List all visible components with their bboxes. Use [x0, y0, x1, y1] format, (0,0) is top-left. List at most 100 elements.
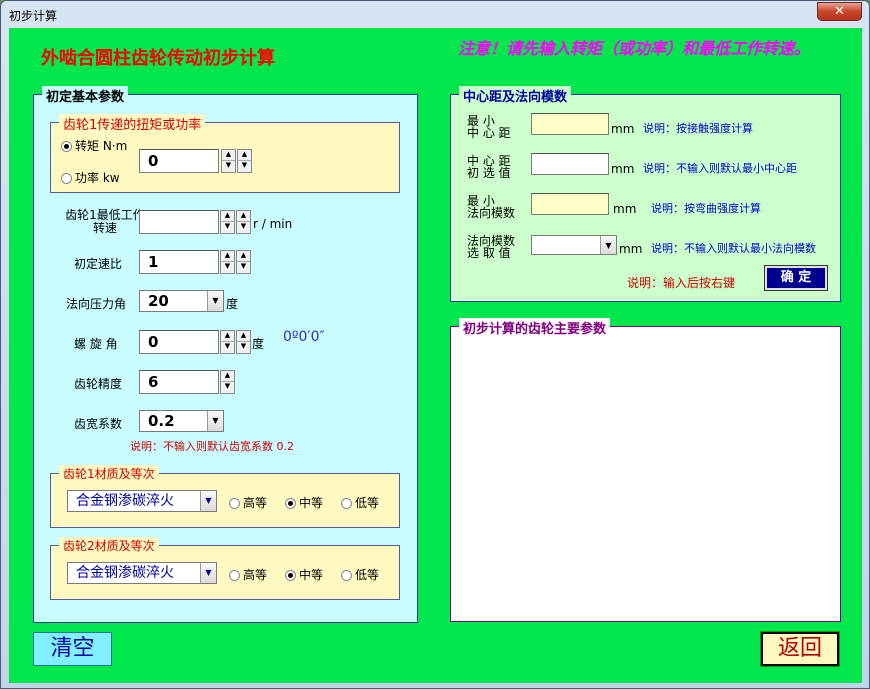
- ratio-label: 初定速比: [74, 257, 123, 271]
- helix-angle-readout: 0º0′0″: [283, 329, 325, 345]
- confirm-note: 说明：输入后按右键: [627, 276, 736, 290]
- material2-grade-mid-dot: [285, 570, 296, 581]
- chevron-down-icon[interactable]: ▼: [207, 291, 223, 311]
- min-center-output: [531, 113, 609, 135]
- power-radio-label: 功率 kw: [75, 171, 120, 185]
- center-initial-label-2: 初 选 值: [467, 166, 511, 180]
- helix-angle-input[interactable]: 0: [139, 330, 219, 354]
- chevron-down-icon[interactable]: ▼: [207, 411, 223, 431]
- torque-radio-dot: [61, 141, 72, 152]
- material2-grade-low[interactable]: 低等: [341, 566, 379, 583]
- pressure-angle-select[interactable]: 20 ▼: [139, 290, 224, 312]
- title-bar[interactable]: 初步计算 ✕: [1, 1, 869, 27]
- ratio-input[interactable]: 1: [139, 250, 219, 274]
- confirm-button[interactable]: 确 定: [764, 265, 828, 291]
- material1-grade-high[interactable]: 高等: [229, 494, 267, 511]
- chevron-down-icon[interactable]: ▼: [200, 491, 216, 511]
- material1-grade-low[interactable]: 低等: [341, 494, 379, 511]
- min-module-unit: mm: [613, 202, 637, 216]
- power-radio-dot: [61, 173, 72, 184]
- torque-frame-title: 齿轮1传递的扭矩或功率: [59, 114, 206, 133]
- material1-grade-low-label: 低等: [355, 496, 380, 510]
- torque-input[interactable]: 0: [139, 149, 219, 173]
- center-distance-frame: 中心距及法向模数 最 小 中 心 距 mm 说明：按接触强度计算 中 心 距 初…: [450, 86, 841, 302]
- power-radio[interactable]: 功率 kw: [61, 169, 120, 186]
- width-coef-select[interactable]: 0.2 ▼: [139, 410, 224, 432]
- module-select-label-2: 选 取 值: [467, 246, 511, 260]
- material1-title: 齿轮1材质及等次: [59, 465, 159, 482]
- min-module-note: 说明：按弯曲强度计算: [651, 202, 761, 215]
- material2-grade-mid[interactable]: 中等: [285, 566, 323, 583]
- results-frame: 初步计算的齿轮主要参数: [450, 318, 841, 622]
- material2-grade-low-dot: [341, 570, 352, 581]
- material1-frame: 齿轮1材质及等次 合金钢渗碳淬火 ▼ 高等 中等 低等: [50, 465, 400, 528]
- material1-value: 合金钢渗碳淬火: [76, 493, 174, 509]
- center-initial-note: 说明：不输入则默认最小中心距: [643, 162, 797, 175]
- ratio-spinner[interactable]: ▲ ▼: [220, 250, 235, 274]
- pressure-angle-unit: 度: [226, 297, 239, 311]
- torque-radio-label: 转矩 N·m: [75, 139, 128, 153]
- min-center-label-2: 中 心 距: [467, 126, 511, 140]
- material1-grade-high-label: 高等: [243, 496, 268, 510]
- material1-grade-mid[interactable]: 中等: [285, 494, 323, 511]
- material1-grade-mid-label: 中等: [299, 496, 324, 510]
- material1-grade-mid-dot: [285, 498, 296, 509]
- helix-spinner-2[interactable]: ▲ ▼: [236, 330, 251, 354]
- min-module-output: [531, 193, 609, 215]
- torque-spinner[interactable]: ▲ ▼: [221, 149, 236, 173]
- material1-select[interactable]: 合金钢渗碳淬火 ▼: [67, 490, 217, 512]
- material2-grade-high-dot: [229, 570, 240, 581]
- pressure-angle-label: 法向压力角: [66, 297, 127, 311]
- speed-unit: r / min: [253, 217, 293, 231]
- material1-grade-low-dot: [341, 498, 352, 509]
- material2-title: 齿轮2材质及等次: [59, 537, 159, 554]
- chevron-down-icon[interactable]: ▼: [200, 563, 216, 583]
- speed-spinner[interactable]: ▲ ▼: [220, 210, 235, 234]
- helix-angle-unit: 度: [252, 337, 265, 351]
- center-initial-input[interactable]: [531, 153, 609, 175]
- width-coef-value: 0.2: [148, 412, 175, 430]
- min-center-note: 说明：按接触强度计算: [643, 122, 753, 135]
- dialog-window: 初步计算 ✕ 外啮合圆柱齿轮传动初步计算 注意！请先输入转矩（或功率）和最低工作…: [0, 0, 870, 689]
- helix-angle-label: 螺 旋 角: [74, 337, 118, 351]
- material2-value: 合金钢渗碳淬火: [76, 565, 174, 581]
- ratio-spinner-2[interactable]: ▲ ▼: [236, 250, 251, 274]
- results-title: 初步计算的齿轮主要参数: [459, 318, 611, 337]
- width-coef-label: 齿宽系数: [74, 417, 123, 431]
- center-initial-unit: mm: [611, 162, 635, 176]
- window-title: 初步计算: [9, 9, 58, 23]
- module-select-unit: mm: [619, 242, 643, 256]
- helix-spinner[interactable]: ▲ ▼: [220, 330, 235, 354]
- speed-spinner-2[interactable]: ▲ ▼: [236, 210, 251, 234]
- instruction-note: 注意！请先输入转矩（或功率）和最低工作转速。: [458, 39, 811, 58]
- module-select-note: 说明：不输入则默认最小法向模数: [651, 242, 816, 255]
- basic-params-title: 初定基本参数: [42, 86, 129, 105]
- width-coef-note: 说明：不输入则默认齿宽系数 0.2: [130, 440, 294, 453]
- chevron-down-icon[interactable]: ▼: [600, 236, 616, 254]
- speed-label: 齿轮1最低工作转速: [65, 208, 145, 235]
- client-area: 外啮合圆柱齿轮传动初步计算 注意！请先输入转矩（或功率）和最低工作转速。 初定基…: [9, 28, 862, 683]
- module-select[interactable]: ▼: [531, 235, 617, 255]
- precision-spinner[interactable]: ▲ ▼: [220, 370, 235, 394]
- min-center-unit: mm: [611, 122, 635, 136]
- material1-grade-high-dot: [229, 498, 240, 509]
- material2-select[interactable]: 合金钢渗碳淬火 ▼: [67, 562, 217, 584]
- material2-grade-high[interactable]: 高等: [229, 566, 267, 583]
- material2-frame: 齿轮2材质及等次 合金钢渗碳淬火 ▼ 高等 中等 低等: [50, 537, 400, 600]
- precision-label: 齿轮精度: [74, 377, 123, 391]
- basic-params-frame: 初定基本参数 齿轮1传递的扭矩或功率 转矩 N·m 功率 kw 0 ▲ ▼ ▲ ▼ …: [33, 86, 418, 623]
- close-button[interactable]: ✕: [817, 2, 862, 21]
- min-module-label-2: 法向模数: [467, 206, 516, 220]
- speed-input[interactable]: [139, 210, 219, 234]
- pressure-angle-value: 20: [148, 292, 169, 310]
- torque-radio[interactable]: 转矩 N·m: [61, 137, 127, 154]
- clear-button[interactable]: 清空: [33, 632, 112, 666]
- material2-grade-low-label: 低等: [355, 568, 380, 582]
- precision-input[interactable]: 6: [139, 370, 219, 394]
- center-distance-title: 中心距及法向模数: [459, 86, 572, 105]
- back-button[interactable]: 返回: [760, 631, 840, 667]
- page-title: 外啮合圆柱齿轮传动初步计算: [41, 48, 275, 69]
- torque-spinner-2[interactable]: ▲ ▼: [237, 149, 252, 173]
- material2-grade-mid-label: 中等: [299, 568, 324, 582]
- torque-frame: 齿轮1传递的扭矩或功率 转矩 N·m 功率 kw 0 ▲ ▼ ▲ ▼: [50, 114, 400, 193]
